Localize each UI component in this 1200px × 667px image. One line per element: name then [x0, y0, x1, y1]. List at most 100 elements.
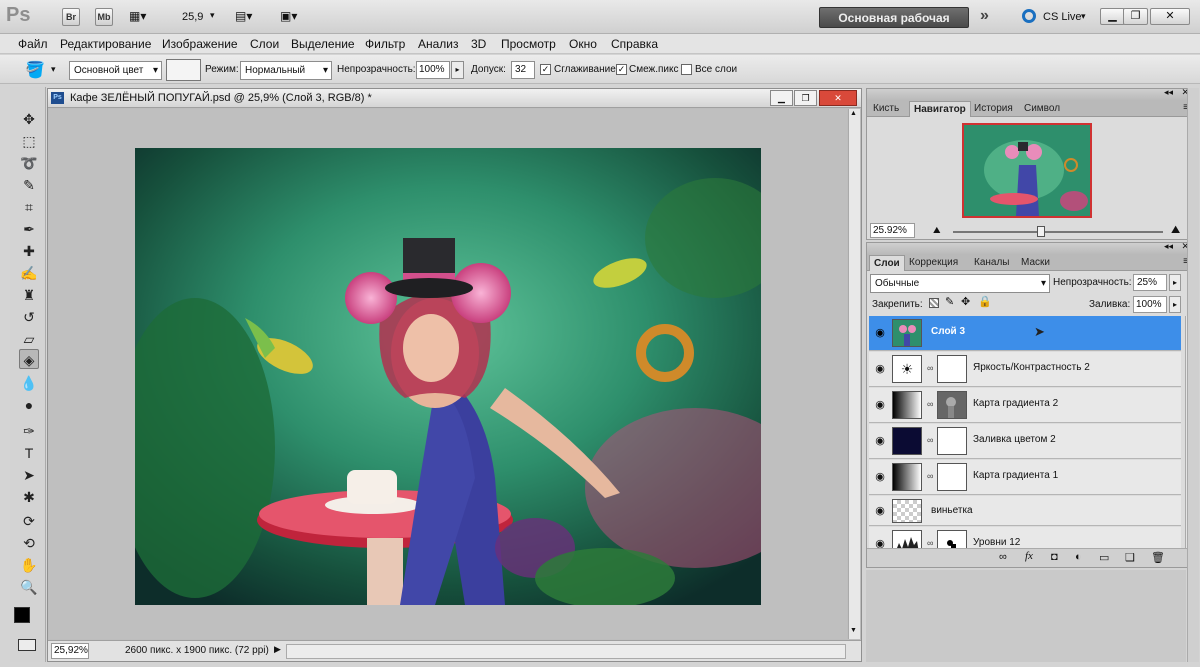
layer-mask-thumbnail[interactable]	[937, 391, 967, 419]
extras-menu-icon[interactable]: ▦▾	[129, 9, 159, 25]
cs-live-dropdown-icon[interactable]: ▾	[1081, 11, 1086, 22]
cs-live-label[interactable]: CS Live	[1043, 11, 1082, 23]
opacity-input[interactable]: 100%	[416, 61, 450, 79]
layer-row[interactable]: ◉ Слой 3 ➤	[869, 316, 1181, 351]
dodge-tool-icon[interactable]: ●	[19, 395, 39, 415]
type-tool-icon[interactable]: T	[19, 443, 39, 463]
new-group-icon[interactable]: ▭	[1099, 551, 1109, 564]
eye-icon[interactable]: ◉	[873, 399, 887, 411]
collapse-icon[interactable]: ◂◂	[1164, 241, 1173, 252]
zoom-out-icon[interactable]: ⛰	[933, 225, 941, 236]
tool-preset-dropdown-icon[interactable]: ▾	[51, 64, 56, 75]
scroll-up-icon[interactable]: ▲	[850, 110, 857, 117]
minimize-button[interactable]: ▁	[1100, 8, 1125, 25]
tab-brush[interactable]: Кисть	[869, 101, 903, 117]
zoom-level[interactable]: 25,9	[182, 11, 203, 23]
anti-alias-checkbox[interactable]: ✓	[540, 64, 551, 75]
layer-blend-mode-select[interactable]: Обычные	[870, 274, 1050, 293]
eyedropper-tool-icon[interactable]: ✒	[19, 219, 39, 239]
fill-arrow-icon[interactable]: ▸	[1169, 296, 1181, 313]
menu-3d[interactable]: 3D	[471, 37, 486, 51]
link-layers-icon[interactable]: ∞	[999, 551, 1007, 563]
status-menu-arrow-icon[interactable]: ▶	[274, 644, 281, 655]
cs-live-icon[interactable]	[1022, 9, 1036, 23]
menu-analysis[interactable]: Анализ	[418, 37, 459, 51]
tab-history[interactable]: История	[970, 101, 1017, 117]
document-tab[interactable]: Ps Кафе ЗЕЛЁНЫЙ ПОПУГАЙ.psd @ 25,9% (Сло…	[48, 89, 861, 108]
screen-mode-icon[interactable]: ▣▾	[280, 9, 310, 25]
canvas-area[interactable]	[49, 109, 847, 639]
horizontal-scrollbar[interactable]	[286, 644, 846, 659]
delete-layer-icon[interactable]: 🗑	[1151, 551, 1165, 564]
navigator-slider-knob[interactable]	[1037, 226, 1046, 237]
navigator-zoom-slider[interactable]	[953, 231, 1163, 233]
scroll-down-icon[interactable]: ▼	[850, 627, 857, 634]
more-workspaces-icon[interactable]: »	[980, 7, 989, 25]
path-selection-tool-icon[interactable]: ➤	[19, 465, 39, 485]
bridge-button[interactable]: Br	[62, 8, 80, 26]
tab-character[interactable]: Символ	[1020, 101, 1064, 117]
lock-position-icon[interactable]: ✥	[961, 295, 970, 308]
marquee-tool-icon[interactable]: ⬚	[19, 131, 39, 151]
blend-mode-select[interactable]: Нормальный	[240, 61, 332, 80]
lock-all-icon[interactable]: 🔒	[978, 295, 992, 308]
contiguous-checkbox[interactable]: ✓	[616, 64, 627, 75]
adjustment-layer-icon[interactable]: ◐	[1075, 551, 1082, 563]
doc-minimize-button[interactable]: ▁	[770, 90, 793, 106]
tab-channels[interactable]: Каналы	[970, 255, 1014, 271]
lock-pixels-icon[interactable]: ✎	[945, 295, 954, 308]
layer-row[interactable]: ◉ виньетка	[869, 496, 1181, 526]
menu-file[interactable]: Файл	[18, 37, 48, 51]
crop-tool-icon[interactable]: ⌗	[19, 197, 39, 217]
arrange-documents-icon[interactable]: ▤▾	[235, 9, 265, 25]
new-layer-icon[interactable]: ❑	[1125, 551, 1135, 564]
menu-filter[interactable]: Фильтр	[365, 37, 405, 51]
layer-style-icon[interactable]: fx	[1025, 550, 1033, 562]
foreground-color-swatch[interactable]	[14, 607, 30, 623]
all-layers-checkbox[interactable]	[681, 64, 692, 75]
layer-row[interactable]: ◉ ∞ Карта градиента 2	[869, 388, 1181, 423]
move-tool-icon[interactable]: ✥	[19, 109, 39, 129]
eye-icon[interactable]: ◉	[873, 363, 887, 375]
lock-transparency-icon[interactable]	[929, 298, 939, 308]
3d-orbit-tool-icon[interactable]: ⟲	[19, 533, 39, 553]
hand-tool-icon[interactable]: ✋	[19, 555, 39, 575]
eye-icon[interactable]: ◉	[873, 471, 887, 483]
menu-window[interactable]: Окно	[569, 37, 597, 51]
tab-adjustments[interactable]: Коррекция	[905, 255, 962, 271]
close-app-button[interactable]: ✕	[1150, 8, 1190, 25]
menu-edit[interactable]: Редактирование	[60, 37, 151, 51]
quick-mask-icon[interactable]	[18, 639, 36, 651]
pen-tool-icon[interactable]: ✑	[19, 421, 39, 441]
collapse-icon[interactable]: ◂◂	[1164, 87, 1173, 98]
layer-opacity-input[interactable]: 25%	[1133, 274, 1167, 291]
layer-mask-thumbnail[interactable]	[937, 463, 967, 491]
menu-select[interactable]: Выделение	[291, 37, 355, 51]
brush-tool-icon[interactable]: ✍	[19, 263, 39, 283]
menu-help[interactable]: Справка	[611, 37, 658, 51]
layer-opacity-arrow-icon[interactable]: ▸	[1169, 274, 1181, 291]
maximize-button[interactable]: ❐	[1123, 8, 1148, 25]
eye-icon[interactable]: ◉	[873, 538, 887, 548]
tolerance-input[interactable]: 32	[511, 61, 535, 79]
clone-stamp-tool-icon[interactable]: ♜	[19, 285, 39, 305]
tab-navigator[interactable]: Навигатор	[909, 101, 971, 117]
zoom-tool-icon[interactable]: 🔍	[19, 577, 39, 597]
paint-bucket-tool-icon[interactable]: 🪣	[25, 60, 45, 80]
menu-layers[interactable]: Слои	[250, 37, 279, 51]
lasso-tool-icon[interactable]: ➰	[19, 153, 39, 173]
3d-rotate-tool-icon[interactable]: ⟳	[19, 511, 39, 531]
pattern-swatch[interactable]	[166, 59, 201, 81]
layer-row[interactable]: ◉ ∞ Уровни 12	[869, 527, 1181, 548]
menu-view[interactable]: Просмотр	[501, 37, 556, 51]
add-mask-icon[interactable]: ◘	[1051, 551, 1058, 563]
layer-mask-thumbnail[interactable]	[937, 530, 967, 548]
layer-mask-thumbnail[interactable]	[937, 427, 967, 455]
tab-layers[interactable]: Слои	[869, 255, 905, 271]
fill-input[interactable]: 100%	[1133, 296, 1167, 313]
blur-tool-icon[interactable]: 💧	[19, 373, 39, 393]
fill-source-select[interactable]: Основной цвет	[69, 61, 162, 80]
shape-tool-icon[interactable]: ✱	[19, 487, 39, 507]
doc-restore-button[interactable]: ❐	[794, 90, 817, 106]
tab-masks[interactable]: Маски	[1017, 255, 1054, 271]
